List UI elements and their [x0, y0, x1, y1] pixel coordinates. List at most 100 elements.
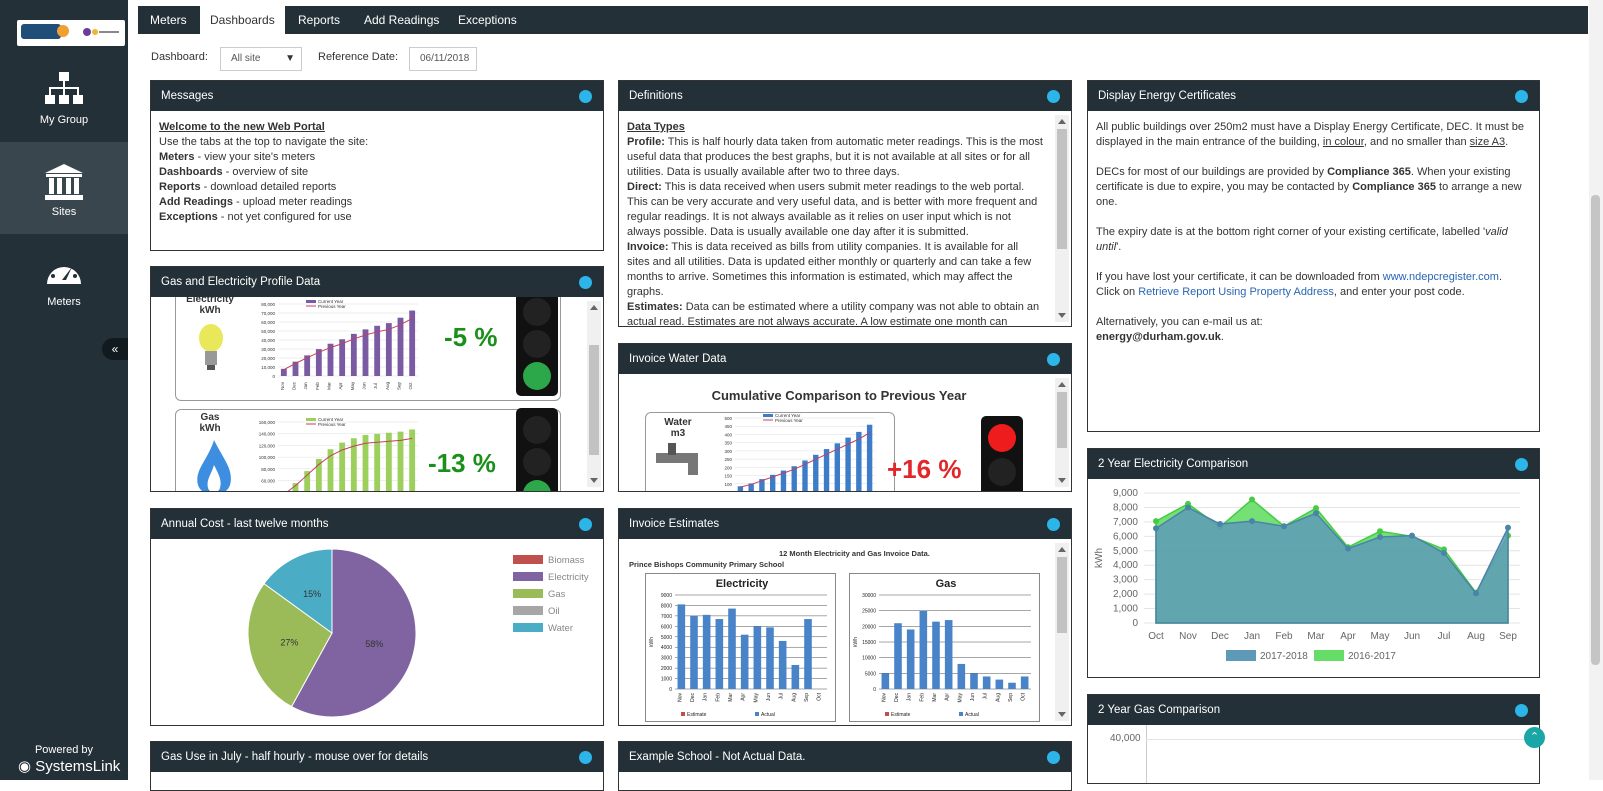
email-link[interactable]: energy@durham.gov.uk — [1096, 331, 1221, 343]
expand-icon[interactable] — [579, 751, 592, 764]
expand-icon[interactable] — [1515, 90, 1528, 103]
list-item: Reports - download detailed reports — [159, 181, 337, 193]
legend-label: Estimate — [891, 712, 911, 718]
x-tick-label: Apr — [741, 693, 747, 701]
expand-icon[interactable] — [1047, 518, 1060, 531]
ndepcregister-link[interactable]: www.ndepcregister.com — [1383, 271, 1499, 283]
invoice-estimates-panel: Invoice Estimates 12 Month Electricity a… — [618, 508, 1072, 726]
y-tick-label: 20,000 — [261, 356, 275, 361]
y-tick-label: 250 — [724, 457, 732, 462]
scrollbar[interactable] — [1055, 115, 1069, 322]
water-change-percent: +16 % — [887, 454, 962, 484]
y-tick-label: 8000 — [661, 603, 672, 609]
x-tick-label: Sep — [397, 382, 402, 391]
estimates-electricity-chart: Electricity 9000 8000 7000 6000 5000 4000 3000 2… — [645, 573, 836, 722]
x-tick-label: Jun — [970, 693, 976, 701]
y-tick-label: 1,000 — [1113, 604, 1138, 615]
definition-invoice: Invoice: This is data received as bills … — [627, 241, 1032, 298]
estimates-gas-chart: Gas 30000 25000 20000 15000 10000 5000 0 kWh Nov D… — [849, 573, 1040, 722]
expand-icon[interactable] — [579, 276, 592, 289]
bar — [409, 310, 416, 376]
y-tick-label: 160,000 — [259, 420, 276, 425]
retrieve-report-link[interactable]: Retrieve Report Using Property Address — [1138, 286, 1334, 298]
x-tick-label: May — [753, 693, 759, 703]
collapse-sidebar-button[interactable]: « — [102, 338, 128, 360]
electricity-label: Electricity kWh — [186, 297, 234, 316]
example-school-panel: Example School - Not Actual Data. — [618, 741, 1072, 791]
y-tick-label: 450 — [724, 424, 732, 429]
x-tick-label: Nov — [881, 693, 887, 702]
expand-icon[interactable] — [1047, 751, 1060, 764]
x-tick-label: Jul — [983, 693, 989, 699]
sidebar-item-sites[interactable]: Sites — [0, 142, 128, 234]
reference-date-input[interactable]: 06/11/2018 — [409, 47, 477, 71]
profile-panel: Gas and Electricity Profile Data Electri… — [150, 266, 604, 492]
legend-swatch — [513, 589, 543, 598]
scrollbar[interactable] — [1055, 378, 1069, 487]
scroll-to-top-button[interactable]: ⌃ — [1524, 727, 1545, 748]
list-item: Exceptions - not yet configured for use — [159, 211, 352, 223]
y-tick-label: 20000 — [862, 624, 876, 630]
panel-title: Definitions — [629, 90, 683, 102]
y-tick-label: 9,000 — [1113, 488, 1138, 499]
x-tick-label: Mar — [728, 693, 734, 702]
expand-icon[interactable] — [579, 518, 592, 531]
sidebar-item-my-group[interactable]: My Group — [0, 50, 128, 142]
annual-cost-pie-chart: 58% 27% 15% Biomass Electricity Gas Oil Water — [247, 548, 589, 718]
scrollbar[interactable] — [587, 301, 601, 487]
expand-icon[interactable] — [1515, 704, 1528, 717]
y-tick-label: 0 — [272, 374, 275, 379]
panel-title: Invoice Water Data — [629, 353, 727, 365]
data-point — [1409, 532, 1415, 539]
expand-icon[interactable] — [1515, 458, 1528, 471]
legend-swatch — [513, 572, 543, 581]
expand-icon[interactable] — [1047, 90, 1060, 103]
sidebar-item-meters[interactable]: Meters — [0, 232, 128, 324]
bar — [385, 323, 392, 376]
y-tick-label: 3,000 — [1113, 575, 1138, 586]
y-tick-label: 4,000 — [1113, 560, 1138, 571]
gas-profile-card: Gas kWh 160,000 140,000 120,000 100,000 80,00… — [175, 408, 561, 491]
tab-meters[interactable]: Meters — [140, 6, 197, 34]
x-tick-label: Jul — [779, 693, 785, 699]
y-tick-label: 3000 — [661, 656, 672, 662]
bar — [856, 431, 862, 491]
y-tick-label: 40,000 — [261, 338, 275, 343]
expand-icon[interactable] — [579, 90, 592, 103]
previous-year-line — [287, 437, 413, 491]
y-tick-label: 60,000 — [261, 320, 275, 325]
x-tick-label: Nov — [280, 381, 285, 390]
sidebar-item-label: Sites — [51, 206, 77, 218]
green-light — [523, 480, 551, 491]
scrollbar[interactable] — [1055, 543, 1069, 721]
electricity-comparison-chart: 9,000 8,000 7,000 6,000 5,000 4,000 3,000 2,000… — [1094, 488, 1520, 662]
legend-swatch — [306, 418, 316, 421]
bar — [957, 663, 966, 689]
dec-paragraph-5: Alternatively, you can e-mail us at: ener… — [1096, 316, 1263, 343]
gas-comparison-panel: 2 Year Gas Comparison 40,000 — [1087, 694, 1540, 784]
y-tick-label: 80,000 — [261, 467, 275, 472]
legend-label: Previous Year — [318, 422, 346, 427]
tab-exceptions[interactable]: Exceptions — [448, 6, 527, 34]
tab-dashboards[interactable]: Dashboards — [200, 6, 285, 34]
y-tick-label: 140,000 — [259, 432, 276, 437]
expand-icon[interactable] — [1047, 353, 1060, 366]
page-scrollbar[interactable] — [1589, 0, 1603, 780]
gas-july-panel: Gas Use in July - half hourly - mouse ov… — [150, 741, 604, 791]
y-tick-label: 200 — [724, 465, 732, 470]
y-tick-label: 400 — [724, 432, 732, 437]
legend-label: Previous Year — [775, 418, 803, 423]
x-tick-label: Feb — [715, 693, 721, 702]
y-tick-label: 2000 — [661, 666, 672, 672]
panel-title: Example School - Not Actual Data. — [629, 751, 806, 763]
bar — [740, 634, 749, 689]
tab-reports[interactable]: Reports — [288, 6, 350, 34]
x-tick-label: Jan — [303, 382, 308, 390]
tab-add-readings[interactable]: Add Readings — [354, 6, 449, 34]
dashboard-select[interactable]: All site ▼ — [220, 47, 302, 71]
y-tick-label: 4000 — [661, 645, 672, 651]
bar — [919, 610, 928, 689]
legend-swatch — [755, 712, 759, 716]
school-name: Prince Bishops Community Primary School — [629, 560, 785, 569]
data-point — [1313, 510, 1319, 517]
